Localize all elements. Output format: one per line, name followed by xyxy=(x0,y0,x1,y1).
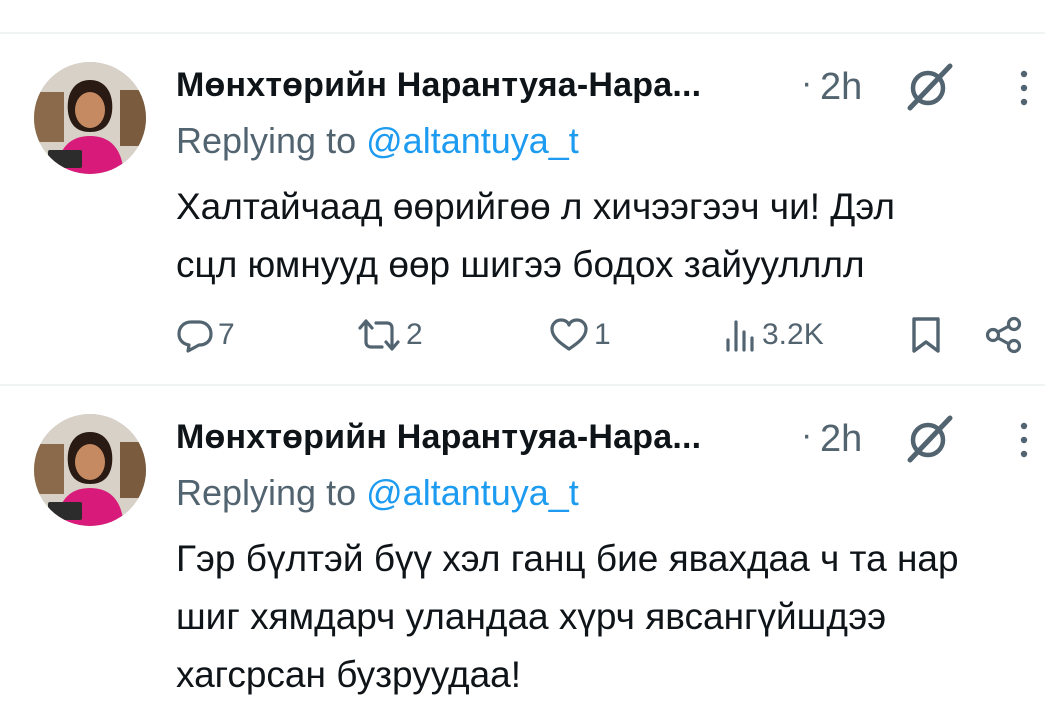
timestamp[interactable]: 2h xyxy=(820,418,862,461)
like-button[interactable]: 1 xyxy=(548,310,611,360)
grok-icon[interactable] xyxy=(904,60,956,112)
tweet-1[interactable]: Мөнхтөрийн Нарантуяа-Нара... · 2h Replyi… xyxy=(0,34,1045,384)
tweet-text: Халтайчаад өөрийгөө л хичээгээч чи! Дэл … xyxy=(176,178,1039,294)
separator-dot: · xyxy=(801,64,813,102)
previous-tweet-actions-sliver xyxy=(0,0,1045,34)
replying-prefix: Replying to xyxy=(176,472,357,513)
repost-button[interactable]: 2 xyxy=(356,310,423,360)
tweet-text-line: Халтайчаад өөрийгөө л хичээгээч чи! Дэл xyxy=(176,186,896,227)
tweet-text-line: шиг хямдарч уландаа хүрч явсангүйшдээ xyxy=(176,596,887,637)
reply-count: 7 xyxy=(218,318,235,351)
replying-prefix: Replying to xyxy=(176,120,357,161)
share-icon[interactable] xyxy=(963,0,1023,6)
reply-button[interactable]: 7 xyxy=(176,310,235,360)
tweet-text-line: сцл юмнууд өөр шигээ бодох зайуулллл xyxy=(176,244,865,285)
reply-handle-link[interactable]: @altantuya_t xyxy=(366,472,579,513)
tweet-text-line: хагсрсан бузруудаа! xyxy=(176,654,522,695)
more-icon[interactable] xyxy=(1017,420,1031,460)
bookmark-button[interactable] xyxy=(910,310,942,360)
avatar[interactable] xyxy=(34,62,146,174)
tweet-text: Гэр бүлтэй бүү хэл ганц бие явахдаа ч та… xyxy=(176,530,1039,704)
like-count: 1 xyxy=(594,318,611,351)
share-icon xyxy=(985,316,1022,354)
avatar[interactable] xyxy=(34,414,146,526)
reply-handle-link[interactable]: @altantuya_t xyxy=(366,120,579,161)
reply-icon xyxy=(177,320,213,353)
tweet-2[interactable]: Мөнхтөрийн Нарантуяа-Нара... · 2h Replyi… xyxy=(0,386,1045,728)
bookmark-icon xyxy=(912,317,940,353)
share-button[interactable] xyxy=(984,310,1024,360)
views-button[interactable]: 3.2K xyxy=(724,310,824,360)
views-icon xyxy=(726,320,754,352)
author-name[interactable]: Мөнхтөрийн Нарантуяа-Нара... xyxy=(176,66,701,105)
tweet-actions: 7 2 1 3.2K xyxy=(176,310,1045,360)
grok-icon[interactable] xyxy=(904,412,956,464)
views-count: 3.2K xyxy=(762,318,824,351)
tweet-text-line: Гэр бүлтэй бүү хэл ганц бие явахдаа ч та… xyxy=(176,538,959,579)
author-name[interactable]: Мөнхтөрийн Нарантуяа-Нара... xyxy=(176,418,701,457)
repost-icon xyxy=(358,319,400,351)
separator-dot: · xyxy=(801,416,813,454)
replying-to: Replying to @altantuya_t xyxy=(176,472,579,514)
like-icon xyxy=(550,318,588,351)
more-icon[interactable] xyxy=(1017,68,1031,108)
timestamp[interactable]: 2h xyxy=(820,66,862,109)
repost-count: 2 xyxy=(406,318,423,351)
replying-to: Replying to @altantuya_t xyxy=(176,120,579,162)
